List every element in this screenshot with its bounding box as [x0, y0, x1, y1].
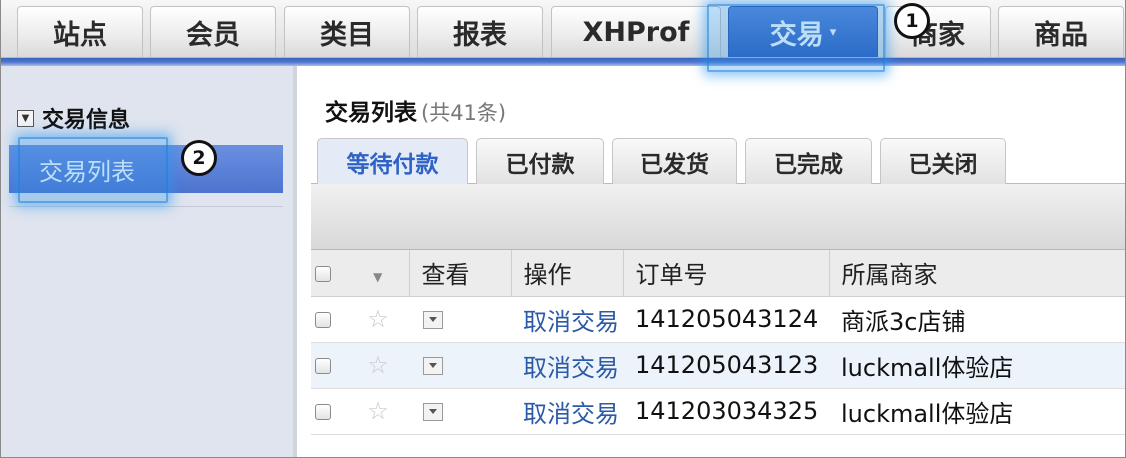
row-checkbox-cell[interactable]	[311, 342, 347, 388]
nav-tab-site[interactable]: 站点	[17, 6, 143, 57]
chevron-down-icon: ▾	[829, 24, 837, 40]
star-icon[interactable]: ☆	[367, 351, 389, 379]
nav-divider	[1, 58, 1125, 66]
column-header-view[interactable]: 查看	[409, 250, 512, 297]
page-title-text: 交易列表	[325, 100, 417, 126]
collapse-toggle-icon[interactable]: ▼	[17, 109, 34, 127]
star-icon[interactable]: ☆	[367, 397, 389, 425]
row-checkbox[interactable]	[315, 358, 331, 374]
callout-number: 1	[905, 10, 919, 32]
view-details-icon[interactable]	[423, 403, 443, 421]
table-row: ☆ 取消交易 141205043123 luckmall体验店	[311, 342, 1125, 388]
view-cell[interactable]	[409, 388, 511, 434]
view-cell[interactable]	[409, 296, 511, 342]
nav-tab-label: 报表	[453, 19, 507, 51]
sidebar-item-trade-list[interactable]: 交易列表	[9, 145, 283, 193]
order-no-cell: 141205043123	[635, 351, 819, 379]
main-content: 交易列表 (共41条) 等待付款 已付款 已发货 已完成 已关闭 ▼ 查看 操作 …	[301, 66, 1125, 457]
tab-label: 已关闭	[908, 151, 978, 178]
nav-tab-members[interactable]: 会员	[150, 6, 276, 57]
nav-tab-label: 站点	[53, 19, 107, 51]
order-no-cell: 141203034325	[635, 397, 819, 425]
star-cell[interactable]: ☆	[347, 388, 409, 434]
sidebar-item-label: 交易列表	[39, 157, 135, 186]
step-1-callout: 1	[894, 3, 930, 39]
tab-shipped[interactable]: 已发货	[612, 138, 737, 184]
row-checkbox[interactable]	[315, 312, 331, 328]
merchant-cell: luckmall体验店	[841, 353, 1014, 382]
view-details-icon[interactable]	[423, 311, 443, 329]
toolbar	[311, 184, 1125, 250]
star-icon[interactable]: ☆	[367, 305, 389, 333]
nav-tab-xhprof[interactable]: XHProf	[551, 6, 721, 57]
view-details-icon[interactable]	[423, 357, 443, 375]
tab-label: 已发货	[640, 151, 709, 178]
nav-tab-categories[interactable]: 类目	[284, 6, 410, 57]
action-cell: 取消交易	[511, 388, 623, 434]
tab-label: 等待付款	[346, 152, 439, 178]
order-no-cell: 141205043124	[635, 305, 819, 333]
sort-column-header[interactable]: ▼	[347, 250, 410, 297]
sidebar-section-title: 交易信息	[42, 108, 131, 133]
tab-label: 已完成	[774, 151, 843, 178]
merchant-cell: 商派3c店铺	[841, 307, 966, 336]
page-title: 交易列表 (共41条)	[325, 93, 506, 127]
step-2-callout: 2	[181, 140, 217, 176]
nav-tab-products[interactable]: 商品	[998, 6, 1124, 57]
tab-awaiting-payment[interactable]: 等待付款	[317, 138, 468, 185]
star-cell[interactable]: ☆	[347, 342, 409, 388]
view-cell[interactable]	[409, 342, 511, 388]
cancel-trade-link[interactable]: 取消交易	[523, 308, 619, 336]
callout-number: 2	[192, 147, 206, 169]
cancel-trade-link[interactable]: 取消交易	[523, 400, 619, 428]
row-checkbox-cell[interactable]	[311, 388, 347, 434]
tab-closed[interactable]: 已关闭	[880, 138, 1006, 184]
nav-tab-label: 交易	[769, 19, 824, 51]
nav-tab-label: 类目	[320, 19, 374, 51]
row-checkbox[interactable]	[315, 404, 331, 420]
select-all-checkbox[interactable]	[315, 265, 331, 282]
cancel-trade-link[interactable]: 取消交易	[523, 354, 619, 382]
nav-tab-label: XHProf	[582, 16, 690, 48]
merchant-cell: luckmall体验店	[841, 399, 1014, 428]
nav-tab-reports[interactable]: 报表	[417, 6, 543, 57]
nav-tab-label: 会员	[186, 19, 240, 51]
nav-tab-trade[interactable]: 交易 ▾	[728, 6, 878, 57]
sidebar: ▼ 交易信息 交易列表	[1, 66, 297, 457]
table-row: ☆ 取消交易 141203034325 luckmall体验店	[311, 388, 1125, 434]
sidebar-divider	[9, 206, 283, 207]
column-header-action[interactable]: 操作	[511, 250, 624, 297]
table-row: ☆ 取消交易 141205043124 商派3c店铺	[311, 296, 1125, 342]
trade-table: ▼ 查看 操作 订单号 所属商家 ☆ 取消交易 141205043124 商派3…	[311, 250, 1125, 435]
action-cell: 取消交易	[511, 296, 623, 342]
star-cell[interactable]: ☆	[347, 296, 409, 342]
top-nav: 站点 会员 类目 报表 XHProf 交易 ▾ 商家 商品	[1, 0, 1125, 58]
record-count: (共41条)	[421, 101, 507, 125]
select-all-cell[interactable]	[311, 250, 347, 297]
sidebar-section-header[interactable]: ▼ 交易信息	[17, 104, 131, 133]
nav-tab-label: 商品	[1034, 19, 1088, 51]
action-cell: 取消交易	[511, 342, 623, 388]
tab-label: 已付款	[505, 151, 575, 178]
row-checkbox-cell[interactable]	[311, 296, 347, 342]
column-header-merchant[interactable]: 所属商家	[829, 250, 1125, 297]
table-header-row: ▼ 查看 操作 订单号 所属商家	[311, 250, 1125, 297]
tab-paid[interactable]: 已付款	[476, 138, 604, 184]
tab-completed[interactable]: 已完成	[745, 138, 872, 184]
sort-down-icon[interactable]: ▼	[373, 270, 382, 284]
column-header-order-no[interactable]: 订单号	[623, 250, 830, 297]
